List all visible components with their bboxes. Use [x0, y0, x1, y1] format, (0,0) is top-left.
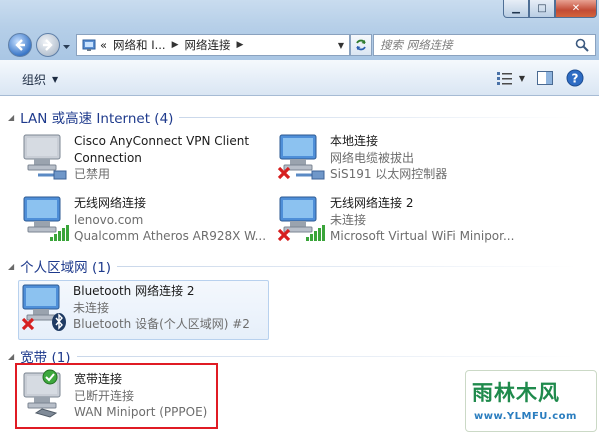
address-dropdown-icon[interactable]: ▼ [338, 41, 344, 50]
signal-strength-icon [50, 225, 69, 241]
connection-name: 本地连接 [330, 134, 379, 148]
collapse-triangle-icon[interactable]: ◢ [8, 262, 14, 271]
wireless-adapter-icon [20, 193, 74, 245]
maximize-icon: □ [537, 2, 547, 14]
group-divider [76, 355, 577, 357]
recent-pages-dropdown-icon[interactable] [62, 42, 71, 51]
group-header-pan[interactable]: ◢ 个人区域网 (1) [8, 256, 578, 276]
collapse-triangle-icon[interactable]: ◢ [8, 113, 14, 122]
organize-label: 组织 [22, 73, 47, 87]
watermark-url: www.YLMFU.com [474, 411, 577, 422]
network-adapter-icon [276, 131, 330, 183]
preview-pane-button[interactable] [535, 68, 555, 88]
group-header-lan[interactable]: ◢ LAN 或高速 Internet (4) [8, 107, 575, 127]
connection-name: 无线网络连接 2 [330, 196, 414, 210]
toolbar-right: ▼ ? [495, 68, 585, 88]
connection-name: 无线网络连接 [74, 196, 147, 210]
back-button[interactable] [8, 33, 32, 57]
refresh-icon [356, 39, 366, 51]
preview-pane-icon [537, 71, 553, 85]
highlight-box [15, 363, 218, 429]
network-folder-icon [82, 39, 96, 51]
disconnected-x-icon [277, 228, 291, 242]
breadcrumb-chevron-icon[interactable]: ▶ [172, 40, 179, 50]
group-title: LAN 或高速 Internet (4) [20, 111, 174, 127]
arrow-right-icon [43, 39, 53, 51]
window-controls: ▁ □ ✕ [503, 0, 597, 18]
help-icon: ? [566, 69, 584, 87]
disconnected-x-icon [277, 166, 291, 180]
connection-status: 网络电缆被拔出 [330, 150, 415, 165]
breadcrumb-network-connections[interactable]: 网络连接 [184, 37, 230, 53]
search-box[interactable] [373, 34, 596, 56]
connection-status: 未连接 [73, 300, 110, 315]
connection-device: SiS191 以太网控制器 [330, 167, 448, 181]
close-button[interactable]: ✕ [555, 0, 597, 18]
breadcrumb-network-internet[interactable]: 网络和 I... [113, 37, 166, 53]
connection-cisco-anyconnect[interactable]: Cisco AnyConnect VPN Client Connection 已… [20, 131, 249, 183]
connection-bluetooth-2[interactable]: Bluetooth 网络连接 2 未连接 Bluetooth 设备(个人区域网)… [18, 280, 269, 340]
disconnected-x-icon [21, 317, 35, 331]
close-icon: ✕ [571, 2, 581, 14]
address-bar[interactable]: « 网络和 I... ▶ 网络连接 ▶ ▼ [76, 34, 350, 56]
search-input[interactable] [380, 36, 588, 54]
address-overflow[interactable]: « [100, 38, 107, 52]
change-view-button[interactable] [495, 68, 515, 88]
connection-status: 已禁用 [74, 167, 111, 181]
group-divider [117, 265, 578, 267]
help-button[interactable]: ? [565, 68, 585, 88]
connection-status: lenovo.com [74, 212, 144, 227]
connection-status: 未连接 [330, 212, 367, 227]
site-watermark-logo: 雨林木风 www.YLMFU.com [465, 370, 597, 432]
connection-wireless[interactable]: 无线网络连接 lenovo.com Qualcomm Atheros AR928… [20, 193, 266, 245]
connection-name: Bluetooth 网络连接 2 [73, 284, 195, 298]
group-title: 个人区域网 (1) [20, 260, 112, 276]
organize-menu-button[interactable]: 组织 ▼ [22, 71, 58, 88]
command-bar: 组织 ▼ ▼ ? [0, 60, 599, 96]
view-options-icon [496, 72, 512, 85]
connection-device: Microsoft Virtual WiFi Minipor... [330, 229, 515, 243]
watermark-title: 雨林木风 [472, 381, 560, 405]
connection-name-line2: Connection [74, 150, 142, 165]
connection-device: Bluetooth 设备(个人区域网) #2 [73, 317, 250, 331]
breadcrumb-chevron-icon[interactable]: ▶ [236, 40, 243, 50]
wireless-adapter-icon [276, 193, 330, 245]
title-bar: ▁ □ ✕ « 网络和 I... ▶ 网络连接 ▶ ▼ [0, 0, 599, 60]
forward-button[interactable] [36, 33, 60, 57]
collapse-triangle-icon[interactable]: ◢ [8, 352, 14, 361]
group-divider [179, 116, 575, 118]
minimize-icon: ▁ [512, 2, 520, 14]
maximize-button[interactable]: □ [529, 0, 555, 18]
view-dropdown-icon[interactable]: ▼ [519, 74, 525, 83]
svg-text:?: ? [572, 72, 579, 86]
connection-wireless-2[interactable]: 无线网络连接 2 未连接 Microsoft Virtual WiFi Mini… [276, 193, 514, 245]
minimize-button[interactable]: ▁ [503, 0, 529, 18]
arrow-left-icon [15, 39, 25, 51]
bluetooth-adapter-icon [19, 281, 73, 333]
connection-name: Cisco AnyConnect VPN Client [74, 134, 250, 148]
connection-device: Qualcomm Atheros AR928X W... [74, 229, 267, 243]
refresh-button[interactable] [350, 34, 372, 56]
search-icon[interactable] [575, 38, 589, 52]
connection-local-area[interactable]: 本地连接 网络电缆被拔出 SiS191 以太网控制器 [276, 131, 447, 183]
chevron-down-icon: ▼ [52, 75, 59, 84]
network-adapter-icon [20, 131, 74, 183]
